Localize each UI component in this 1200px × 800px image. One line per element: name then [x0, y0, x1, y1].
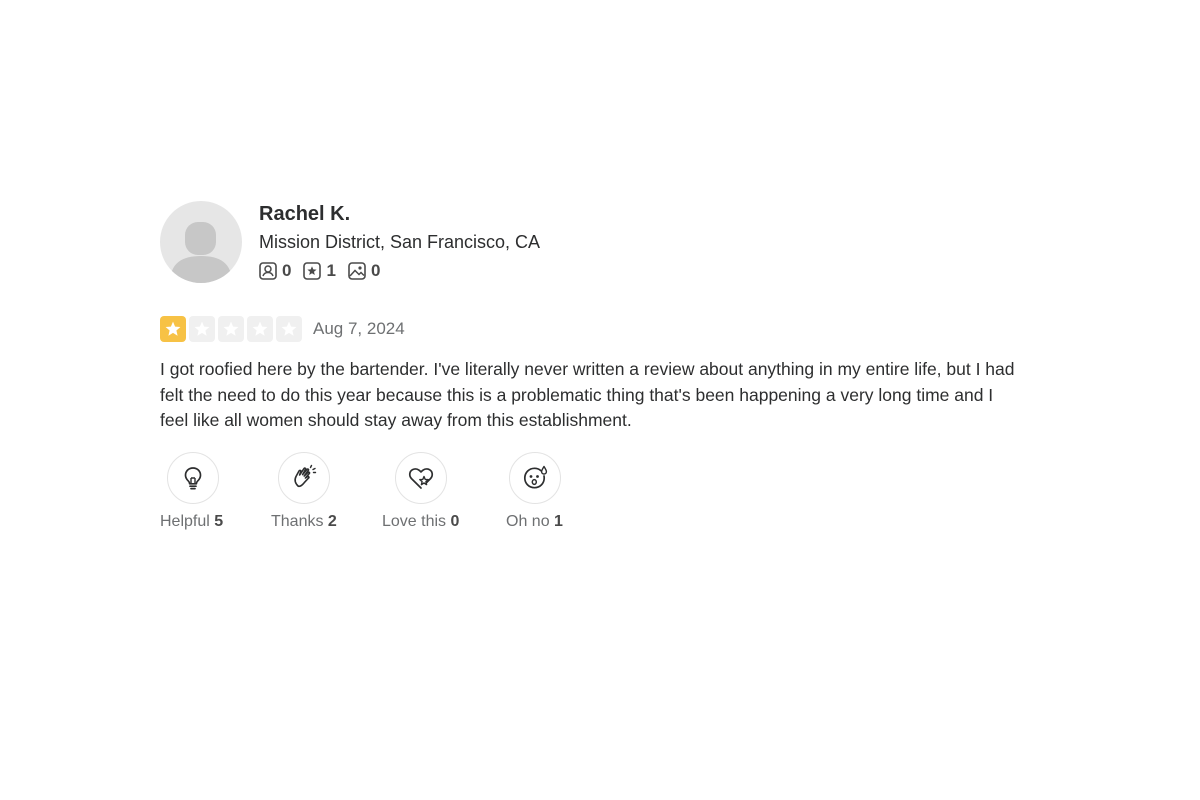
thanks-label: Thanks 2 [271, 513, 337, 531]
review-card: Rachel K. Mission District, San Francisc… [160, 201, 1030, 531]
user-location: Mission District, San Francisco, CA [259, 232, 541, 252]
love-this-button[interactable] [395, 451, 447, 504]
oh-no-label: Oh no 1 [506, 513, 563, 531]
reaction-thanks: Thanks 2 [271, 451, 382, 531]
review-date: Aug 7, 2024 [313, 319, 405, 338]
thanks-label-text: Thanks [271, 512, 324, 530]
oh-no-face-icon [523, 465, 548, 489]
photos-icon [348, 262, 366, 280]
default-user-icon [170, 222, 232, 283]
stat-friends: 0 [259, 261, 291, 281]
reviews-count: 1 [326, 261, 336, 280]
clapping-hands-icon [294, 464, 317, 487]
lightbulb-icon [184, 466, 202, 489]
thanks-button[interactable] [278, 451, 330, 504]
stat-photos: 0 [348, 261, 380, 281]
star-icon [165, 321, 181, 336]
star-rating [160, 316, 305, 342]
love-this-count: 0 [450, 512, 460, 530]
user-info: Rachel K. Mission District, San Francisc… [259, 201, 540, 282]
oh-no-count: 1 [554, 512, 563, 530]
oh-no-label-text: Oh no [506, 512, 550, 530]
helpful-label-text: Helpful [160, 512, 210, 530]
thanks-count: 2 [327, 512, 337, 530]
heart-icon [408, 467, 434, 489]
friends-icon [259, 262, 277, 280]
reaction-love-this: Love this 0 [382, 451, 506, 531]
love-this-label-text: Love this [382, 512, 447, 530]
stat-reviews: 1 [303, 261, 336, 281]
star-5 [276, 316, 302, 342]
star-icon [281, 321, 297, 336]
rating-row: Aug 7, 2024 [160, 315, 1030, 343]
star-icon [223, 321, 239, 336]
reaction-oh-no: Oh no 1 [506, 451, 606, 531]
star-icon [194, 321, 210, 336]
user-name[interactable]: Rachel K. [259, 201, 540, 227]
reaction-bar: Helpful 5 Thanks 2 Love this 0 Oh no 1 [160, 451, 1030, 531]
reaction-helpful: Helpful 5 [160, 451, 271, 531]
star-1 [160, 316, 186, 342]
love-this-label: Love this 0 [382, 513, 459, 531]
reviews-icon [303, 262, 322, 280]
user-passport: Rachel K. Mission District, San Francisc… [160, 201, 1030, 283]
user-stats: 0 1 0 [259, 260, 540, 282]
helpful-count: 5 [214, 512, 224, 530]
friends-count: 0 [282, 261, 292, 280]
star-icon [252, 321, 268, 336]
photos-count: 0 [370, 261, 381, 280]
review-text: I got roofied here by the bartender. I'v… [160, 359, 1015, 430]
star-3 [218, 316, 244, 342]
avatar[interactable] [160, 201, 242, 283]
oh-no-button[interactable] [509, 451, 561, 504]
helpful-button[interactable] [167, 451, 219, 504]
helpful-label: Helpful 5 [160, 513, 223, 531]
star-4 [247, 316, 273, 342]
star-2 [189, 316, 215, 342]
